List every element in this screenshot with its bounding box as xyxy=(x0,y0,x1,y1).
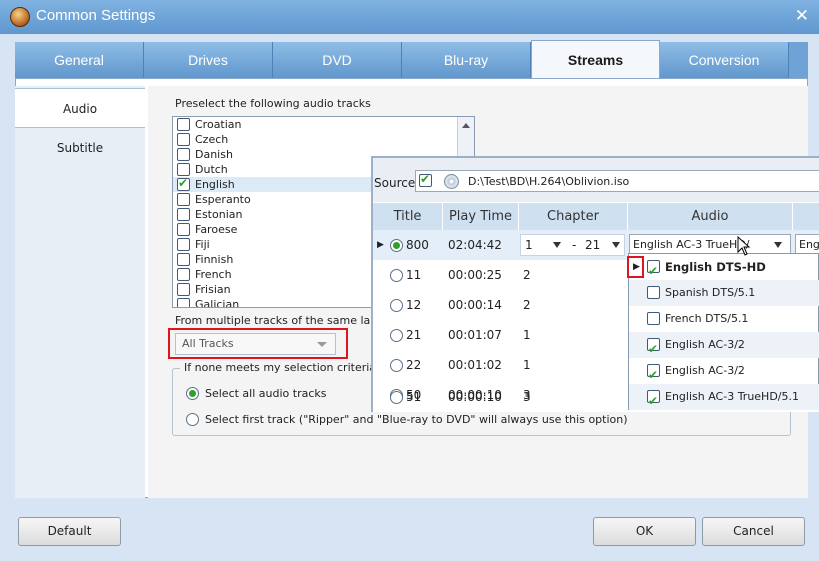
tab-drives[interactable]: Drives xyxy=(144,42,273,79)
chapter-range[interactable]: 1 - 21 xyxy=(520,234,625,256)
checkbox[interactable] xyxy=(647,286,660,299)
table-row[interactable]: 51 00:00:10 3 xyxy=(371,382,631,412)
title-radio[interactable] xyxy=(390,359,403,372)
radio-select-all[interactable] xyxy=(186,387,199,400)
checkbox[interactable] xyxy=(647,312,660,325)
expand-arrow-icon[interactable]: ▶ xyxy=(377,230,384,260)
checkbox[interactable] xyxy=(177,193,190,206)
checkbox[interactable] xyxy=(647,336,660,362)
tab-dvd[interactable]: DVD xyxy=(273,42,402,79)
source-checkbox[interactable] xyxy=(419,172,432,187)
side-tab-audio[interactable]: Audio xyxy=(15,88,145,128)
column-audio[interactable]: Audio xyxy=(628,203,793,230)
play-time: 02:04:42 xyxy=(448,238,502,252)
ok-button[interactable]: OK xyxy=(593,517,696,546)
column-title[interactable]: Title xyxy=(373,203,443,230)
title-bar: Common Settings ✕ xyxy=(0,0,819,34)
side-tab-bar: Audio Subtitle xyxy=(15,86,145,498)
title-radio[interactable] xyxy=(390,329,403,342)
tab-bar: General Drives DVD Blu-ray Streams Conve… xyxy=(15,40,808,80)
cancel-button[interactable]: Cancel xyxy=(702,517,805,546)
checkbox[interactable] xyxy=(177,268,190,281)
title-radio[interactable] xyxy=(390,269,403,282)
source-path: D:\Test\BD\H.264\Oblivion.iso xyxy=(468,175,630,188)
list-item[interactable]: French DTS/5.1 xyxy=(629,306,819,332)
title-number: 800 xyxy=(406,238,429,252)
list-item[interactable]: Spanish DTS/5.1 xyxy=(629,280,819,306)
list-item[interactable]: English AC-3 TrueHD/5.1 xyxy=(629,384,819,414)
highlight-box xyxy=(168,328,348,359)
list-item[interactable]: ▶English DTS-HD Master/7.1 xyxy=(629,254,819,300)
side-tab-subtitle[interactable]: Subtitle xyxy=(15,128,145,168)
column-extra xyxy=(793,203,819,230)
list-item[interactable]: Czech xyxy=(173,132,473,147)
source-label: Source: xyxy=(374,176,420,190)
column-chapter[interactable]: Chapter xyxy=(519,203,628,230)
checkbox[interactable] xyxy=(177,163,190,176)
chapter-to-arrow-icon[interactable] xyxy=(612,242,620,248)
disc-icon xyxy=(444,174,459,189)
fallback-title: If none meets my selection criteria xyxy=(180,361,381,374)
title-radio[interactable] xyxy=(390,299,403,312)
window-title: Common Settings xyxy=(36,7,156,24)
title-radio[interactable] xyxy=(390,239,403,252)
checkbox[interactable] xyxy=(177,118,190,131)
checkbox[interactable] xyxy=(177,298,190,307)
checkbox[interactable] xyxy=(177,253,190,266)
source-bar: Source: D:\Test\BD\H.264\Oblivion.iso xyxy=(373,158,819,202)
chevron-down-icon xyxy=(774,242,782,248)
app-logo-icon xyxy=(10,7,30,27)
checkbox[interactable] xyxy=(177,283,190,296)
tab-streams[interactable]: Streams xyxy=(531,40,660,80)
checkbox[interactable] xyxy=(177,208,190,221)
list-item[interactable]: English AC-3/2 xyxy=(629,358,819,388)
radio-select-first[interactable] xyxy=(186,413,199,426)
column-play-time[interactable]: Play Time xyxy=(443,203,519,230)
default-button[interactable]: Default xyxy=(18,517,121,546)
mouse-cursor-icon xyxy=(737,236,751,256)
close-icon[interactable]: ✕ xyxy=(795,6,809,26)
title-radio[interactable] xyxy=(390,391,403,404)
checkbox[interactable] xyxy=(177,223,190,236)
list-item[interactable]: Croatian xyxy=(173,117,473,132)
checkbox[interactable] xyxy=(177,133,190,146)
checkbox[interactable] xyxy=(177,148,190,161)
source-field[interactable]: D:\Test\BD\H.264\Oblivion.iso xyxy=(415,170,819,192)
chapter-from-arrow-icon[interactable] xyxy=(553,242,561,248)
checkbox[interactable] xyxy=(177,238,190,251)
radio-select-all-label[interactable]: Select all audio tracks xyxy=(205,387,326,400)
audio-track-dropdown[interactable]: ▶English DTS-HD Master/7.1 Spanish DTS/5… xyxy=(628,253,819,414)
radio-select-first-label[interactable]: Select first track ("Ripper" and "Blue-r… xyxy=(205,413,628,426)
checkbox[interactable] xyxy=(647,388,660,414)
tab-general[interactable]: General xyxy=(15,42,144,79)
checkbox[interactable] xyxy=(177,176,190,191)
highlight-box xyxy=(627,256,644,278)
scroll-up-icon[interactable] xyxy=(462,123,470,128)
preselect-label: Preselect the following audio tracks xyxy=(175,97,371,110)
checkbox[interactable] xyxy=(647,258,660,284)
checkbox[interactable] xyxy=(647,362,660,388)
tab-blu-ray[interactable]: Blu-ray xyxy=(402,42,531,79)
tab-conversion[interactable]: Conversion xyxy=(660,42,789,79)
list-item[interactable]: English AC-3/2 xyxy=(629,332,819,362)
